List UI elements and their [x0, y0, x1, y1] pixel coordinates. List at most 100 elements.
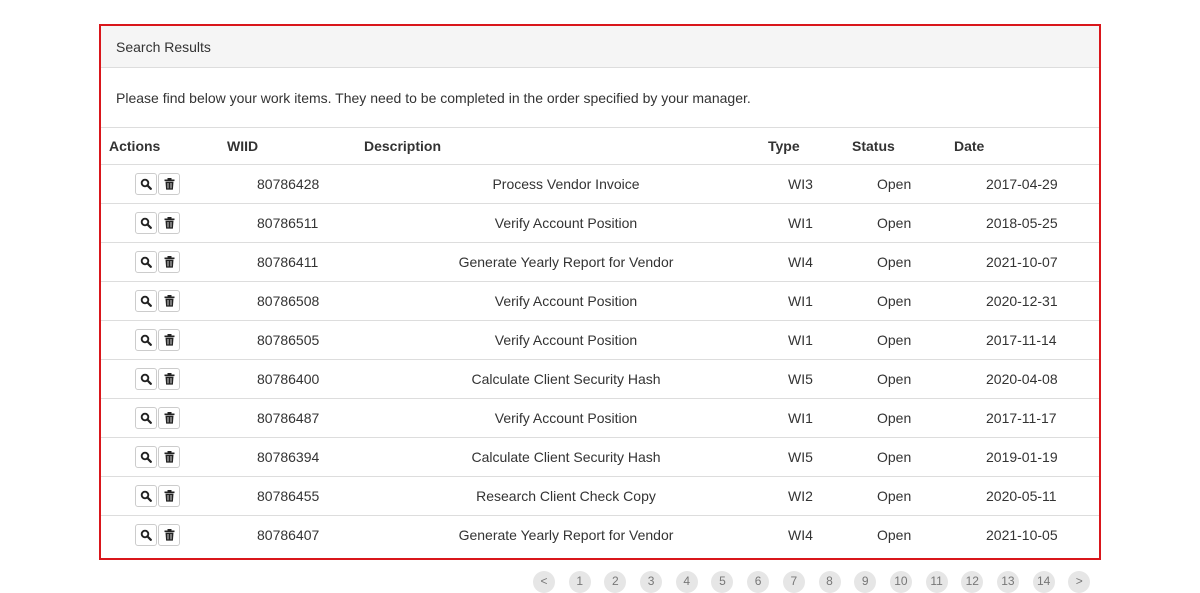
row-actions	[101, 516, 227, 555]
page-button[interactable]: 9	[854, 571, 877, 593]
cell-wiid: 80786505	[227, 320, 364, 360]
page-button[interactable]: 4	[675, 571, 698, 593]
cell-type: WI2	[768, 476, 852, 516]
view-button[interactable]	[135, 329, 157, 351]
cell-description: Calculate Client Security Hash	[364, 359, 768, 399]
header-date: Date	[954, 128, 1099, 165]
delete-button[interactable]	[158, 407, 180, 429]
view-button[interactable]	[135, 446, 157, 468]
view-button[interactable]	[135, 251, 157, 273]
row-actions	[101, 320, 227, 360]
page-next-button[interactable]: >	[1068, 571, 1091, 593]
delete-button[interactable]	[158, 524, 180, 546]
cell-wiid: 80786511	[227, 203, 364, 243]
page-button[interactable]: 2	[604, 571, 627, 593]
cell-status: Open	[852, 164, 954, 204]
cell-date: 2017-11-17	[954, 398, 1099, 438]
view-button[interactable]	[135, 368, 157, 390]
delete-button[interactable]	[158, 212, 180, 234]
cell-date: 2017-04-29	[954, 164, 1099, 204]
page-button[interactable]: 3	[640, 571, 663, 593]
delete-button[interactable]	[158, 329, 180, 351]
cell-type: WI5	[768, 359, 852, 399]
table-row: 80786487 Verify Account Position WI1 Open 20…	[101, 398, 1099, 438]
delete-button[interactable]	[158, 290, 180, 312]
search-icon	[140, 529, 152, 541]
trash-icon	[164, 490, 175, 502]
page-prev-button[interactable]: <	[533, 571, 555, 593]
page-button[interactable]: 12	[961, 571, 984, 593]
delete-button[interactable]	[158, 173, 180, 195]
cell-date: 2020-12-31	[954, 281, 1099, 321]
view-button[interactable]	[135, 173, 157, 195]
page-button[interactable]: 8	[818, 571, 841, 593]
trash-icon	[164, 373, 175, 385]
panel-body: Please find below your work items. They …	[101, 68, 1099, 128]
view-button[interactable]	[135, 212, 157, 234]
trash-icon	[164, 178, 175, 190]
cell-description: Research Client Check Copy	[364, 476, 768, 516]
page-button[interactable]: 13	[996, 571, 1019, 593]
cell-status: Open	[852, 242, 954, 282]
search-icon	[140, 373, 152, 385]
cell-date: 2017-11-14	[954, 320, 1099, 360]
search-icon	[140, 451, 152, 463]
page-button[interactable]: 11	[925, 571, 948, 593]
panel-heading: Search Results	[101, 26, 1099, 68]
cell-type: WI3	[768, 164, 852, 204]
header-type: Type	[768, 128, 852, 165]
delete-button[interactable]	[158, 446, 180, 468]
trash-icon	[164, 217, 175, 229]
cell-date: 2020-05-11	[954, 476, 1099, 516]
instructions-text: Please find below your work items. They …	[116, 89, 751, 106]
page-button[interactable]: 5	[711, 571, 734, 593]
table-row: 80786411 Generate Yearly Report for Vendo…	[101, 242, 1099, 282]
search-icon	[140, 178, 152, 190]
row-actions	[101, 437, 227, 477]
trash-icon	[164, 295, 175, 307]
row-actions	[101, 203, 227, 243]
cell-status: Open	[852, 437, 954, 477]
page-button[interactable]: 6	[747, 571, 770, 593]
cell-status: Open	[852, 281, 954, 321]
pagination: <1 2 3 4 5 6 7 8 9 10 11 12 13 14 >	[533, 571, 1104, 593]
cell-wiid: 80786428	[227, 164, 364, 204]
trash-icon	[164, 451, 175, 463]
cell-description: Process Vendor Invoice	[364, 164, 768, 204]
cell-wiid: 80786411	[227, 242, 364, 282]
cell-wiid: 80786400	[227, 359, 364, 399]
page-button[interactable]: 7	[782, 571, 805, 593]
cell-wiid: 80786407	[257, 527, 320, 543]
trash-icon	[164, 412, 175, 424]
cell-status: Open	[852, 203, 954, 243]
cell-description: Calculate Client Security Hash	[364, 437, 768, 477]
delete-button[interactable]	[158, 368, 180, 390]
view-button[interactable]	[135, 524, 157, 546]
row-actions	[101, 242, 227, 282]
cell-description: Verify Account Position	[364, 398, 768, 438]
table-row: 80786505 Verify Account Position WI1 Open 20…	[101, 320, 1099, 360]
page-button[interactable]: 10	[889, 571, 912, 593]
view-button[interactable]	[135, 485, 157, 507]
work-items-table: Actions WIID Description Type Status Dat…	[101, 128, 1099, 554]
cell-status: Open	[852, 398, 954, 438]
delete-button[interactable]	[158, 485, 180, 507]
trash-icon	[164, 256, 175, 268]
table-row: 80786511 Verify Account Position WI1 Open 20…	[101, 203, 1099, 243]
cell-type: WI4	[788, 527, 813, 543]
row-actions	[101, 398, 227, 438]
view-button[interactable]	[135, 407, 157, 429]
header-description: Description	[364, 128, 768, 165]
page-button[interactable]: 1	[568, 571, 591, 593]
trash-icon	[164, 334, 175, 346]
delete-button[interactable]	[158, 251, 180, 273]
view-button[interactable]	[135, 290, 157, 312]
cell-type: WI1	[768, 281, 852, 321]
cell-description: Verify Account Position	[364, 203, 768, 243]
cell-wiid: 80786394	[227, 437, 364, 477]
page-button[interactable]: 14	[1032, 571, 1055, 593]
cell-description: Verify Account Position	[364, 281, 768, 321]
header-actions: Actions	[101, 128, 227, 165]
cell-status: Open	[852, 320, 954, 360]
cell-type: WI1	[768, 320, 852, 360]
